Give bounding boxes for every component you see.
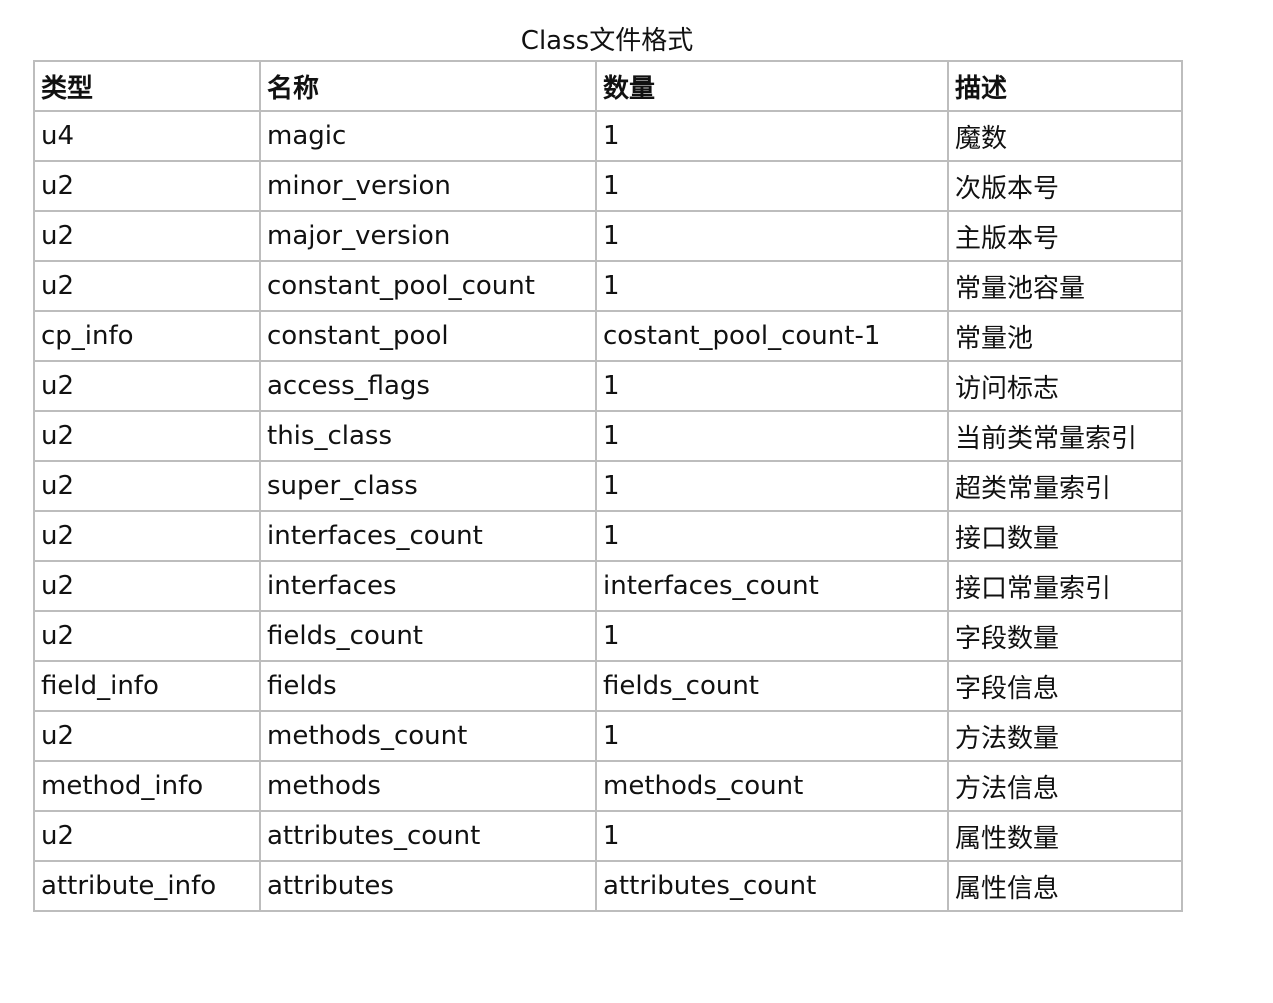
cell-type: u2 <box>33 160 261 212</box>
cell-description: 接口常量索引 <box>947 560 1183 612</box>
cell-type: cp_info <box>33 310 261 362</box>
cell-count: costant_pool_count-1 <box>595 310 949 362</box>
table-row: u2 this_class 1 当前类常量索引 <box>33 410 1183 462</box>
cell-count: 1 <box>595 360 949 412</box>
cell-count: 1 <box>595 710 949 762</box>
table-row: u4 magic 1 魔数 <box>33 110 1183 162</box>
cell-type: method_info <box>33 760 261 812</box>
cell-type: u2 <box>33 610 261 662</box>
cell-description: 超类常量索引 <box>947 460 1183 512</box>
cell-description: 属性数量 <box>947 810 1183 862</box>
cell-name: methods <box>259 760 597 812</box>
cell-type: u4 <box>33 110 261 162</box>
cell-name: methods_count <box>259 710 597 762</box>
cell-count: 1 <box>595 510 949 562</box>
cell-name: attributes <box>259 860 597 912</box>
cell-description: 访问标志 <box>947 360 1183 412</box>
cell-description: 当前类常量索引 <box>947 410 1183 462</box>
header-description: 描述 <box>947 60 1183 112</box>
cell-description: 主版本号 <box>947 210 1183 262</box>
cell-description: 常量池 <box>947 310 1183 362</box>
class-file-format-table: 类型 名称 数量 描述 u4 magic 1 魔数 u2 minor_versi… <box>33 60 1183 912</box>
cell-description: 次版本号 <box>947 160 1183 212</box>
cell-type: u2 <box>33 810 261 862</box>
cell-name: magic <box>259 110 597 162</box>
cell-count: 1 <box>595 110 949 162</box>
table-row: u2 methods_count 1 方法数量 <box>33 710 1183 762</box>
cell-description: 魔数 <box>947 110 1183 162</box>
cell-name: fields <box>259 660 597 712</box>
table-row: method_info methods methods_count 方法信息 <box>33 760 1183 812</box>
cell-description: 属性信息 <box>947 860 1183 912</box>
cell-name: constant_pool <box>259 310 597 362</box>
table-row: u2 fields_count 1 字段数量 <box>33 610 1183 662</box>
cell-name: this_class <box>259 410 597 462</box>
cell-name: fields_count <box>259 610 597 662</box>
cell-description: 字段信息 <box>947 660 1183 712</box>
cell-type: u2 <box>33 510 261 562</box>
header-name: 名称 <box>259 60 597 112</box>
cell-count: 1 <box>595 410 949 462</box>
table-caption: Class文件格式 <box>520 26 694 56</box>
table-row: u2 access_flags 1 访问标志 <box>33 360 1183 412</box>
cell-name: constant_pool_count <box>259 260 597 312</box>
cell-type: field_info <box>33 660 261 712</box>
cell-name: minor_version <box>259 160 597 212</box>
table-row: u2 minor_version 1 次版本号 <box>33 160 1183 212</box>
header-row: 类型 名称 数量 描述 <box>33 60 1183 112</box>
cell-count: 1 <box>595 460 949 512</box>
table-row: u2 interfaces interfaces_count 接口常量索引 <box>33 560 1183 612</box>
cell-type: u2 <box>33 210 261 262</box>
cell-count: 1 <box>595 160 949 212</box>
cell-name: interfaces <box>259 560 597 612</box>
table-row: field_info fields fields_count 字段信息 <box>33 660 1183 712</box>
cell-type: u2 <box>33 460 261 512</box>
cell-count: fields_count <box>595 660 949 712</box>
cell-count: 1 <box>595 610 949 662</box>
cell-count: methods_count <box>595 760 949 812</box>
table-row: u2 constant_pool_count 1 常量池容量 <box>33 260 1183 312</box>
table-header: 类型 名称 数量 描述 <box>33 60 1183 112</box>
cell-count: 1 <box>595 260 949 312</box>
header-type: 类型 <box>33 60 261 112</box>
cell-name: interfaces_count <box>259 510 597 562</box>
cell-type: u2 <box>33 710 261 762</box>
cell-count: interfaces_count <box>595 560 949 612</box>
cell-name: major_version <box>259 210 597 262</box>
cell-type: u2 <box>33 360 261 412</box>
table-row: cp_info constant_pool costant_pool_count… <box>33 310 1183 362</box>
table-row: u2 super_class 1 超类常量索引 <box>33 460 1183 512</box>
cell-type: u2 <box>33 560 261 612</box>
cell-type: attribute_info <box>33 860 261 912</box>
table-body: u4 magic 1 魔数 u2 minor_version 1 次版本号 u2… <box>33 110 1183 912</box>
cell-count: 1 <box>595 810 949 862</box>
cell-count: 1 <box>595 210 949 262</box>
cell-count: attributes_count <box>595 860 949 912</box>
cell-name: attributes_count <box>259 810 597 862</box>
table-row: u2 interfaces_count 1 接口数量 <box>33 510 1183 562</box>
cell-description: 接口数量 <box>947 510 1183 562</box>
cell-type: u2 <box>33 260 261 312</box>
cell-name: super_class <box>259 460 597 512</box>
cell-description: 常量池容量 <box>947 260 1183 312</box>
cell-description: 方法数量 <box>947 710 1183 762</box>
table-row: u2 major_version 1 主版本号 <box>33 210 1183 262</box>
cell-description: 方法信息 <box>947 760 1183 812</box>
table-row: attribute_info attributes attributes_cou… <box>33 860 1183 912</box>
cell-description: 字段数量 <box>947 610 1183 662</box>
cell-type: u2 <box>33 410 261 462</box>
cell-name: access_flags <box>259 360 597 412</box>
header-count: 数量 <box>595 60 949 112</box>
table-row: u2 attributes_count 1 属性数量 <box>33 810 1183 862</box>
